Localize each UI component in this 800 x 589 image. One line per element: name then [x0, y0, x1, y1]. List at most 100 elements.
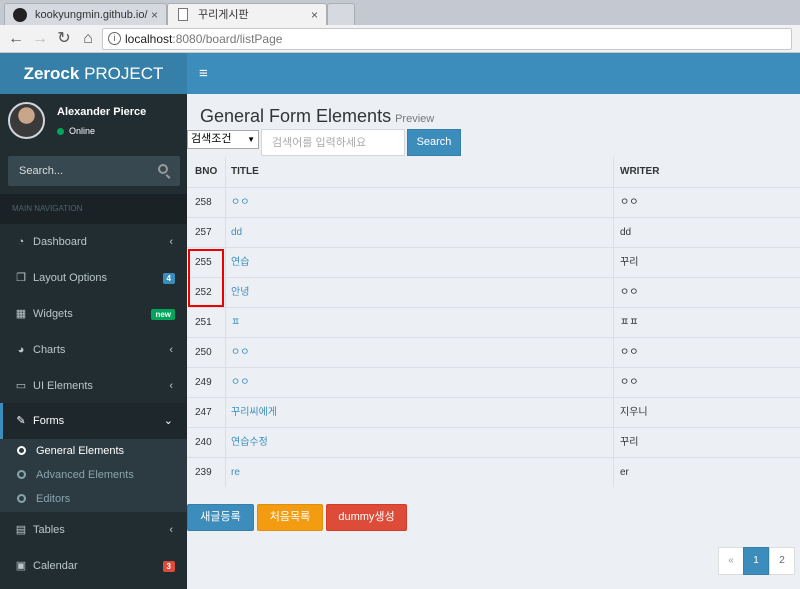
cell-title-link[interactable]: ㅍ — [231, 308, 611, 338]
column-divider — [613, 157, 614, 187]
submenu-item-label: Advanced Elements — [36, 469, 134, 481]
cell-bno: 257 — [195, 227, 212, 238]
cell-title-link[interactable]: ㅇㅇ — [231, 338, 611, 368]
sidebar-item-layout-options[interactable]: ❐ Layout Options 4 — [0, 260, 187, 296]
cell-title-link[interactable]: ㅇㅇ — [231, 368, 611, 398]
submenu-item-label: Editors — [36, 493, 71, 505]
app-logo[interactable]: Zerock PROJECT — [0, 53, 187, 94]
table-row: 249 ㅇㅇ ㅇㅇ — [187, 367, 800, 397]
sidebar-item-label: Calendar — [33, 560, 78, 572]
sidebar-search-input[interactable] — [8, 156, 148, 186]
column-divider — [613, 308, 614, 337]
page-title: General Form Elements Preview — [200, 106, 434, 127]
first-list-button[interactable]: 처음목록 — [257, 504, 323, 531]
home-icon[interactable]: ⌂ — [78, 29, 98, 49]
top-navbar: ≡ — [187, 53, 800, 94]
cell-title-link[interactable]: ㅇㅇ — [231, 188, 611, 218]
table-row: 251 ㅍㅍㅍ — [187, 307, 800, 337]
url-host: localhost — [125, 32, 173, 46]
files-icon: ❐ — [16, 272, 26, 284]
sidebar-item-dashboard[interactable]: ◔ Dashboard ‹ — [0, 224, 187, 260]
cell-writer: 지우니 — [620, 407, 648, 418]
close-tab-icon[interactable]: × — [311, 4, 318, 26]
sidebar-item-widgets[interactable]: ▦ Widgets new — [0, 296, 187, 332]
column-divider — [613, 368, 614, 397]
count-badge: 4 — [162, 273, 175, 284]
search-icon[interactable] — [158, 164, 168, 174]
sidebar-item-ui-elements[interactable]: ▭ UI Elements ‹ — [0, 368, 187, 404]
column-divider — [225, 428, 226, 457]
logo-bold: Zerock — [23, 64, 80, 83]
dummy-create-button[interactable]: dummy생성 — [326, 504, 407, 531]
info-icon[interactable]: i — [108, 32, 121, 45]
submenu-item-label: General Elements — [36, 445, 125, 457]
table-row: 252 안녕 ㅇㅇ — [187, 277, 800, 307]
browser-tab-github[interactable]: kookyungmin.github.io/ × — [4, 3, 167, 25]
cell-writer: ㅇㅇ — [620, 347, 639, 358]
sidebar-item-tables[interactable]: ▤ Tables ‹ — [0, 512, 187, 548]
sidebar-item-calendar[interactable]: ▣ Calendar 3 — [0, 548, 187, 584]
sidebar-item-label: Tables — [33, 524, 65, 536]
column-header-bno: BNO — [195, 166, 218, 177]
close-tab-icon[interactable]: × — [151, 4, 158, 26]
circle-icon — [17, 470, 26, 479]
sidebar-item-charts[interactable]: ◕ Charts ‹ — [0, 332, 187, 368]
submenu-item-advanced-elements[interactable]: Advanced Elements — [0, 463, 187, 487]
cell-title-link[interactable]: 꾸리씨에게 — [231, 398, 611, 428]
column-divider — [225, 458, 226, 487]
column-divider — [613, 398, 614, 427]
cell-title-link[interactable]: 연습수정 — [231, 428, 611, 458]
browser-toolbar: ← → ↻ ⌂ i localhost:8080/board/listPage — [0, 25, 800, 53]
new-tab-button[interactable] — [327, 3, 355, 25]
avatar — [8, 102, 45, 139]
circle-icon — [17, 446, 26, 455]
new-post-button[interactable]: 새글등록 — [187, 504, 254, 531]
column-divider — [613, 338, 614, 367]
cell-title-link[interactable]: 연습 — [231, 248, 611, 278]
sidebar-item-label: Dashboard — [33, 236, 87, 248]
search-button[interactable]: Search — [407, 129, 461, 156]
forward-arrow-icon[interactable]: → — [30, 29, 50, 49]
user-panel: Alexander Pierce Online — [0, 94, 187, 150]
column-header-title: TITLE — [231, 166, 259, 177]
pie-chart-icon: ◕ — [17, 344, 25, 356]
table-row: 239 re er — [187, 457, 800, 487]
main-content: General Form ElementsPreview 검색조건 ▼ Sear… — [187, 94, 800, 589]
circle-icon — [17, 494, 26, 503]
calendar-icon: ▣ — [15, 560, 27, 572]
online-dot-icon — [57, 128, 64, 135]
back-arrow-icon[interactable]: ← — [6, 29, 26, 49]
reload-icon[interactable]: ↻ — [54, 29, 74, 49]
submenu-item-general-elements[interactable]: General Elements — [0, 439, 187, 463]
cell-writer: ㅇㅇ — [620, 287, 639, 298]
cell-bno: 251 — [195, 317, 212, 328]
column-divider — [613, 428, 614, 457]
forms-submenu: General Elements Advanced Elements Edito… — [0, 439, 187, 512]
document-icon — [178, 8, 188, 21]
submenu-item-editors[interactable]: Editors — [0, 487, 187, 511]
dropdown-arrow-icon: ▼ — [247, 135, 255, 144]
pagination-prev[interactable]: « — [718, 547, 744, 575]
cell-bno: 240 — [195, 437, 212, 448]
cell-title-link[interactable]: re — [231, 458, 611, 488]
cell-title-link[interactable]: 안녕 — [231, 278, 611, 308]
column-divider — [225, 338, 226, 367]
chevron-down-icon: ⌄ — [163, 415, 173, 427]
column-divider — [613, 188, 614, 217]
sidebar-toggle-icon[interactable]: ≡ — [199, 65, 208, 82]
table-row: 258 ㅇㅇ ㅇㅇ — [187, 187, 800, 217]
cell-writer: ㅍㅍ — [620, 317, 639, 328]
pagination-page-1[interactable]: 1 — [743, 547, 769, 575]
sidebar-item-forms[interactable]: ✎ Forms ⌄ — [0, 403, 187, 439]
count-badge: 3 — [162, 561, 175, 572]
sidebar-item-label: Widgets — [33, 308, 73, 320]
column-header-writer: WRITER — [620, 166, 660, 177]
browser-tab-board[interactable]: 꾸리게시판 × — [167, 3, 327, 25]
pagination-page-2[interactable]: 2 — [769, 547, 795, 575]
address-bar[interactable]: i localhost:8080/board/listPage — [102, 28, 792, 50]
keyword-input[interactable] — [261, 129, 405, 156]
cell-title-link[interactable]: dd — [231, 218, 611, 248]
search-type-select[interactable]: 검색조건 ▼ — [187, 130, 259, 149]
column-divider — [225, 157, 226, 187]
page-title-text: General Form Elements — [200, 106, 392, 126]
